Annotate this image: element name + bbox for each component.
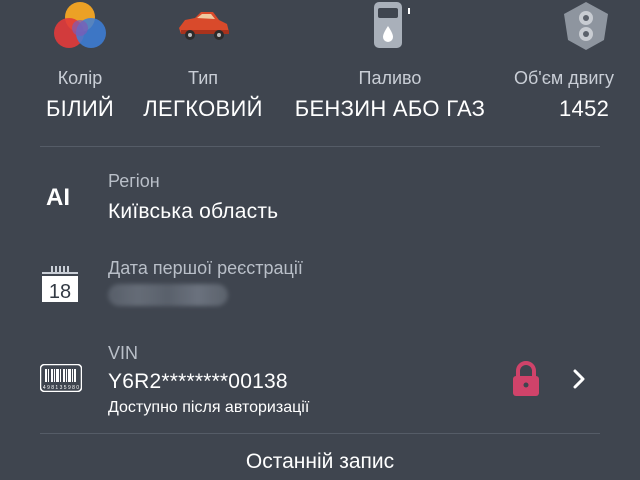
registration-row: 18 Дата першої реєстрації [0,250,640,320]
last-record-heading[interactable]: Останній запис [0,450,640,474]
barcode-digits: 4 9 8 1 3 5 9 8 0 [43,385,79,391]
engine-icon [558,0,614,57]
spec-label: Колір [57,68,103,88]
region-row: AI Регіон Київська область [0,160,640,240]
lock-icon[interactable] [510,360,542,403]
vin-auth-note: Доступно після авторизації [108,399,310,416]
vehicle-specs: Колір БІЛИЙ Тип ЛЕГКОВИЙ Паливо БЕНЗИН А… [0,0,640,130]
vin-row[interactable]: 4 9 8 1 3 5 9 8 0 VIN Y6R2********00138 … [0,338,640,428]
spec-value: 1452 [559,96,610,121]
calendar-day: 18 [49,281,71,303]
spec-label: Тип [187,68,218,88]
fuel-pump-icon [360,0,420,57]
vin-value: Y6R2********00138 [108,370,288,393]
car-icon [173,2,233,51]
region-value: Київська область [108,200,279,223]
spec-label: Об'єм двигу [514,68,614,88]
chevron-right-icon[interactable] [570,368,588,395]
region-caption: Регіон [108,171,160,191]
barcode-icon: 4 9 8 1 3 5 9 8 0 [39,363,83,397]
registration-date-redacted [108,284,228,306]
region-code-icon: AI [46,184,70,211]
spec-value: БЕНЗИН АБО ГАЗ [294,96,486,121]
vin-caption: VIN [108,343,139,363]
color-palette-icon [50,0,110,61]
spec-value: ЛЕГКОВИЙ [143,96,263,121]
spec-label: Паливо [358,68,422,88]
divider [40,146,600,147]
calendar-icon: 18 [40,262,80,309]
registration-caption: Дата першої реєстрації [108,258,303,278]
divider [40,433,600,434]
spec-value: БІЛИЙ [45,96,115,121]
